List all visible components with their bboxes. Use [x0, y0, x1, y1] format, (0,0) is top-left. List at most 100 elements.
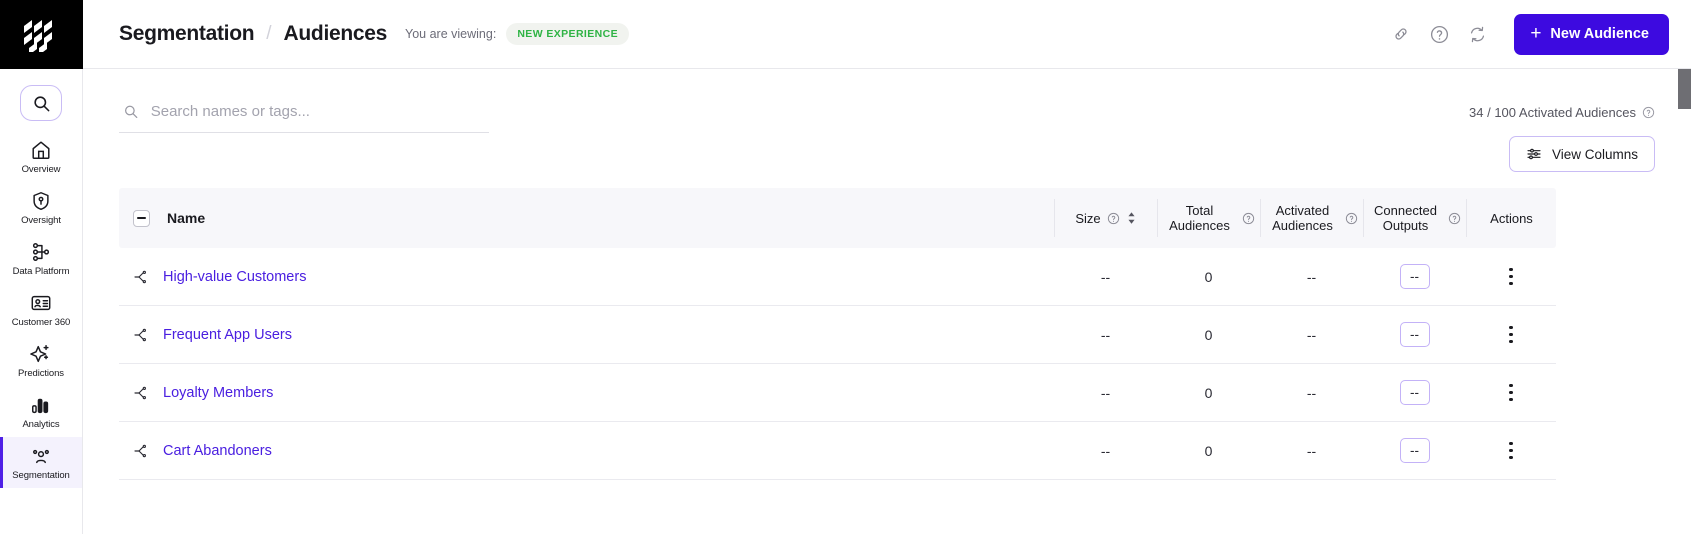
sidebar-item-customer-360[interactable]: Customer 360: [0, 284, 82, 335]
sidebar-item-label: Analytics: [22, 418, 60, 430]
segment-branch-icon: [134, 444, 146, 457]
main-area: Segmentation / Audiences You are viewing…: [83, 0, 1691, 534]
column-header-size[interactable]: Size: [1054, 199, 1157, 237]
page-title: Audiences: [283, 22, 388, 45]
column-header-name[interactable]: Name: [167, 210, 205, 226]
table-header-name-cell: Name: [119, 209, 1054, 227]
breadcrumb-separator: /: [266, 23, 272, 44]
logo-mark-icon: [23, 19, 52, 52]
help-circle-icon[interactable]: [1107, 212, 1120, 225]
kebab-menu-icon[interactable]: [1503, 436, 1518, 465]
column-header-activated-audiences-label: Activated Audiences: [1272, 203, 1333, 233]
view-columns-button[interactable]: View Columns: [1508, 136, 1655, 172]
column-header-total-audiences[interactable]: Total Audiences: [1157, 199, 1260, 237]
help-button[interactable]: [1422, 17, 1456, 51]
audiences-table: Name Size Total Audiences Activated Audi…: [119, 188, 1556, 480]
help-circle-icon[interactable]: [1242, 212, 1255, 225]
sidebar-item-label: Overview: [21, 163, 61, 175]
row-actions-cell: [1466, 436, 1556, 465]
kebab-menu-icon[interactable]: [1503, 262, 1518, 291]
search-field[interactable]: [119, 103, 489, 133]
help-circle-icon[interactable]: [1448, 212, 1461, 225]
link-icon: [1395, 28, 1407, 40]
sidebar: Overview Oversight Data Platform Custome…: [0, 0, 83, 534]
sidebar-item-segmentation[interactable]: Segmentation: [0, 437, 82, 488]
activated-audiences-counter: 34 / 100 Activated Audiences: [1469, 103, 1655, 120]
column-header-actions-label: Actions: [1490, 210, 1533, 226]
row-size-value: --: [1100, 268, 1111, 285]
sidebar-item-oversight[interactable]: Oversight: [0, 182, 82, 233]
row-connected-outputs-cell: --: [1363, 438, 1466, 463]
row-size-value: --: [1100, 326, 1111, 343]
help-circle-icon[interactable]: [1345, 212, 1358, 225]
connected-outputs-chip[interactable]: --: [1399, 380, 1430, 405]
sidebar-search-button[interactable]: [20, 85, 62, 121]
row-actions-cell: [1466, 320, 1556, 349]
sidebar-search-wrap: [0, 69, 82, 131]
vertical-scrollbar-thumb[interactable]: [1678, 69, 1691, 109]
sparkle-icon: [30, 344, 49, 362]
row-size-value: --: [1100, 384, 1111, 401]
column-header-actions: Actions: [1466, 199, 1556, 237]
row-total-audiences-value: 0: [1204, 384, 1213, 401]
table-row[interactable]: Cart Abandoners -- 0 -- --: [119, 422, 1556, 480]
refresh-button[interactable]: [1460, 17, 1494, 51]
row-activated-audiences-value: --: [1306, 442, 1317, 459]
search-input[interactable]: [150, 103, 489, 120]
audience-name-link[interactable]: High-value Customers: [163, 269, 306, 285]
row-name-cell: Cart Abandoners: [119, 443, 1054, 459]
sort-arrows-icon[interactable]: [1126, 211, 1137, 225]
breadcrumb-root[interactable]: Segmentation: [119, 22, 255, 46]
row-actions-cell: [1466, 262, 1556, 291]
row-connected-outputs-cell: --: [1363, 322, 1466, 347]
segment-branch-icon: [134, 328, 146, 341]
bar-chart-icon: [32, 398, 49, 413]
column-header-total-audiences-label: Total Audiences: [1169, 203, 1230, 233]
row-actions-cell: [1466, 378, 1556, 407]
audience-name-link[interactable]: Cart Abandoners: [163, 443, 272, 459]
table-header-row: Name Size Total Audiences Activated Audi…: [119, 188, 1556, 248]
connected-outputs-chip[interactable]: --: [1399, 264, 1430, 289]
vertical-scrollbar-track[interactable]: [1678, 69, 1691, 534]
app-logo[interactable]: [0, 0, 83, 69]
viewing-label: You are viewing:: [405, 27, 497, 41]
row-connected-outputs-cell: --: [1363, 380, 1466, 405]
column-header-connected-outputs[interactable]: Connected Outputs: [1363, 199, 1466, 237]
table-row[interactable]: Frequent App Users -- 0 -- --: [119, 306, 1556, 364]
search-icon: [33, 95, 49, 111]
sidebar-item-data-platform[interactable]: Data Platform: [0, 233, 82, 284]
sidebar-item-overview[interactable]: Overview: [0, 131, 82, 182]
column-header-connected-outputs-label: Connected Outputs: [1374, 203, 1437, 233]
toolbar-right: 34 / 100 Activated Audiences View Column…: [1469, 103, 1655, 172]
row-total-audiences-value: 0: [1204, 326, 1213, 343]
content-area: 34 / 100 Activated Audiences: [83, 69, 1691, 480]
audience-name-link[interactable]: Loyalty Members: [163, 385, 273, 401]
people-icon: [33, 449, 49, 463]
search-icon: [124, 105, 138, 119]
copy-link-button[interactable]: [1384, 17, 1418, 51]
row-size-value: --: [1100, 442, 1111, 459]
segment-branch-icon: [134, 386, 146, 399]
shield-key-icon: [33, 191, 49, 210]
sidebar-item-predictions[interactable]: Predictions: [0, 335, 82, 386]
toolbar-row: 34 / 100 Activated Audiences: [119, 69, 1655, 172]
top-bar: Segmentation / Audiences You are viewing…: [83, 0, 1691, 69]
table-row[interactable]: High-value Customers -- 0 -- --: [119, 248, 1556, 306]
new-audience-button[interactable]: + New Audience: [1514, 13, 1669, 55]
row-name-cell: Loyalty Members: [119, 385, 1054, 401]
help-circle-icon[interactable]: [1642, 106, 1655, 119]
column-header-size-label: Size: [1075, 210, 1101, 226]
sidebar-item-analytics[interactable]: Analytics: [0, 386, 82, 437]
connected-outputs-chip[interactable]: --: [1399, 438, 1430, 463]
home-icon: [32, 140, 50, 159]
kebab-menu-icon[interactable]: [1503, 320, 1518, 349]
hierarchy-icon: [32, 242, 50, 261]
table-row[interactable]: Loyalty Members -- 0 -- --: [119, 364, 1556, 422]
connected-outputs-chip[interactable]: --: [1399, 322, 1430, 347]
audience-name-link[interactable]: Frequent App Users: [163, 327, 292, 343]
status-badge: NEW EXPERIENCE: [506, 23, 630, 45]
kebab-menu-icon[interactable]: [1503, 378, 1518, 407]
column-header-activated-audiences[interactable]: Activated Audiences: [1260, 199, 1363, 237]
sidebar-item-label: Data Platform: [12, 265, 70, 277]
select-all-checkbox[interactable]: [133, 209, 150, 227]
